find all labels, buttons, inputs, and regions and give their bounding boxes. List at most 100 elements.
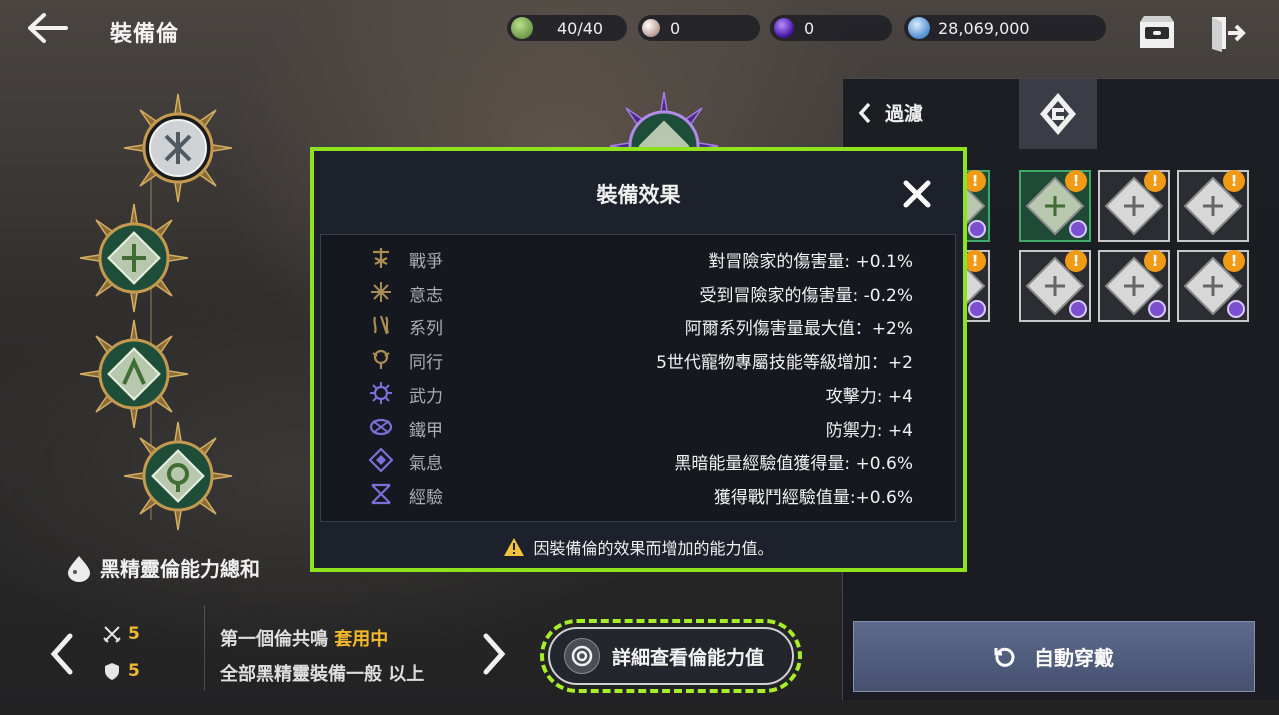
shield-icon: [105, 663, 119, 680]
close-icon: [903, 180, 931, 208]
exit-door-icon: [1212, 17, 1246, 52]
new-badge: !: [1144, 250, 1166, 272]
warning-icon: [504, 538, 525, 556]
set-effect-icon: [1148, 300, 1166, 318]
resource-pearl: 0: [638, 15, 760, 41]
rune-slot-sun-frame-icon: [79, 203, 189, 313]
chevron-left-icon: [858, 102, 871, 123]
back-button[interactable]: [24, 10, 70, 46]
filter-header: 過濾: [843, 79, 1279, 149]
rune-slot-4[interactable]: [122, 420, 234, 532]
inventory-item[interactable]: !: [1098, 170, 1170, 242]
defense-stat: 5: [102, 661, 140, 681]
effect-row: 系列 阿爾系列傷害量最大值：+2%: [321, 308, 957, 342]
auto-equip-label: 自動穿戴: [1034, 646, 1114, 670]
new-badge: !: [1065, 250, 1087, 272]
set-effect-icon: [968, 300, 986, 318]
war-rune-icon: [373, 248, 389, 268]
rune-slot-sun-frame-icon: [79, 319, 189, 429]
silver-value: 28,069,000: [938, 18, 1030, 38]
filter-label: 過濾: [885, 103, 924, 125]
effect-name: 同行: [409, 353, 443, 374]
modal-note: 因裝備倫的效果而增加的能力值。: [314, 535, 963, 559]
rune-slot-5[interactable]: [608, 90, 720, 150]
resource-silver: 28,069,000: [904, 15, 1106, 41]
effect-row: 意志 受到冒險家的傷害量: -0.2%: [321, 275, 957, 309]
exit-button[interactable]: [1208, 14, 1248, 52]
rune-slot-1[interactable]: [122, 92, 234, 204]
rune-slot-2[interactable]: [78, 202, 190, 314]
crossed-swords-icon: [103, 626, 121, 643]
set-effect-icon: [1069, 220, 1087, 238]
defense-stat-value: 5: [128, 661, 140, 681]
effect-name: 氣息: [409, 454, 443, 475]
stamina-value: 40/40: [557, 18, 604, 38]
effect-row: 同行 5世代寵物專屬技能等級增加：+2: [321, 342, 957, 376]
effect-row: 武力 攻擊力: +4: [321, 376, 957, 410]
new-badge: !: [964, 250, 986, 272]
effect-value: 對冒險家的傷害量: +0.1%: [708, 252, 913, 272]
detail-stats-button[interactable]: 詳細查看倫能力值: [540, 619, 802, 693]
silver-coin-icon: [908, 17, 930, 39]
inbox-icon: [1140, 16, 1174, 48]
effect-row: 戰爭 對冒險家的傷害量: +0.1%: [321, 241, 957, 275]
at-sign-icon: [564, 638, 600, 674]
summary-label: 黑精靈倫能力總和: [66, 553, 260, 582]
new-badge: !: [964, 170, 986, 192]
set-effect-icon: [1227, 300, 1245, 318]
inventory-item[interactable]: !: [1177, 170, 1249, 242]
new-badge: !: [1144, 170, 1166, 192]
effect-row: 經驗 獲得戰鬥經驗值量:+0.6%: [321, 477, 957, 511]
prev-set-button[interactable]: [48, 632, 78, 676]
page-title: 裝備倫: [110, 22, 180, 47]
rune-slot-3[interactable]: [78, 318, 190, 430]
effect-value: 阿爾系列傷害量最大值：+2%: [684, 319, 913, 340]
effect-name: 系列: [409, 319, 443, 340]
inventory-item[interactable]: !: [1098, 250, 1170, 322]
set-condition-label: 全部黑精靈裝備一般: [220, 664, 382, 685]
set-resonance-line: 第一個倫共鳴 套用中: [220, 625, 388, 651]
force-rune-icon: [370, 381, 392, 404]
chevron-left-icon: [50, 633, 73, 675]
set-effect-icon: [968, 220, 986, 238]
inventory-item[interactable]: !: [1019, 170, 1091, 242]
inbox-button[interactable]: [1137, 14, 1177, 52]
inventory-item[interactable]: !: [1019, 250, 1091, 322]
dark-elf-drop-icon: [68, 555, 90, 582]
filter-button[interactable]: 過濾: [857, 99, 923, 126]
effect-name: 戰爭: [409, 252, 443, 272]
rune-slot-sun-frame-icon: [123, 421, 233, 531]
modal-title: 裝備效果: [596, 183, 681, 207]
back-arrow-icon: [28, 13, 68, 43]
set-condition-suffix: 以上: [388, 664, 425, 685]
set-status-badge: 套用中: [334, 629, 389, 650]
summary-label-text: 黑精靈倫能力總和: [100, 557, 260, 581]
set-condition-line: 全部黑精靈裝備一般 以上: [220, 660, 424, 686]
divider: [204, 605, 205, 691]
effect-list: 戰爭 對冒險家的傷害量: +0.1% 意志 受到冒險家的傷害量: -0.2% 系列 阿爾系…: [320, 234, 956, 522]
dark-orb-value: 0: [804, 18, 815, 38]
new-badge: !: [1223, 250, 1245, 272]
top-bar: 裝備倫 40/40 0 0 28,069,000: [0, 0, 1279, 62]
pearl-value: 0: [670, 18, 681, 38]
inventory-item[interactable]: !: [1177, 250, 1249, 322]
attack-stat-value: 5: [128, 624, 140, 644]
next-set-button[interactable]: [478, 632, 508, 676]
purple-orb-icon: [774, 18, 794, 38]
effect-value: 獲得戰鬥經驗值量:+0.6%: [713, 487, 913, 508]
effect-value: 攻擊力: +4: [825, 386, 913, 407]
effect-value: 防禦力: +4: [825, 420, 913, 441]
effect-name: 意志: [409, 285, 443, 306]
exp-rune-icon: [371, 483, 391, 504]
resource-stamina: 40/40: [507, 15, 627, 41]
resource-dark-orb: 0: [770, 15, 892, 41]
effect-value: 5世代寵物專屬技能等級增加：+2: [656, 353, 913, 374]
set-resonance-label: 第一個倫共鳴: [220, 629, 328, 650]
attack-stat: 5: [102, 624, 140, 644]
refresh-icon: [994, 647, 1015, 667]
effect-row: 氣息 黑暗能量經驗值獲得量: +0.6%: [321, 443, 957, 477]
sort-tab[interactable]: [1019, 79, 1097, 149]
companion-rune-icon: [372, 349, 390, 370]
close-button[interactable]: [902, 179, 932, 209]
auto-equip-button[interactable]: 自動穿戴: [853, 621, 1255, 692]
